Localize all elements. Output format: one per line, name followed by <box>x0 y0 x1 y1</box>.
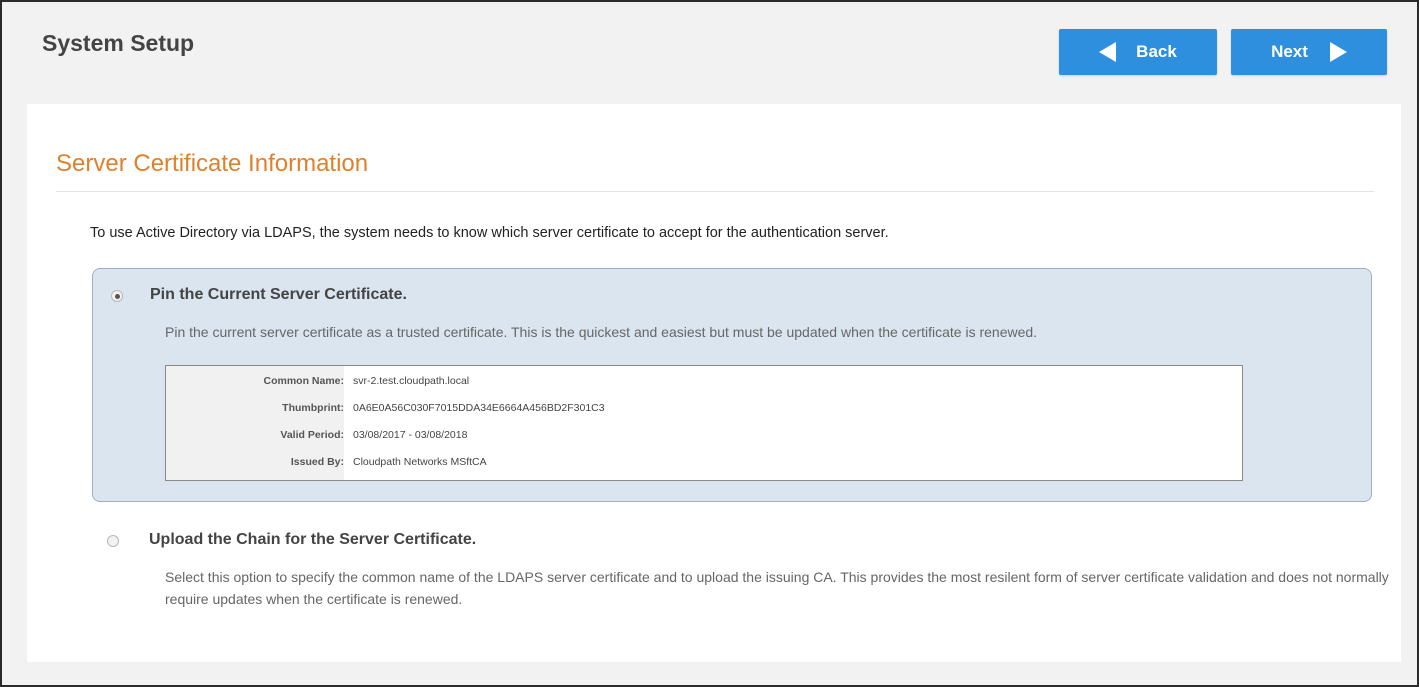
certificate-value: Cloudpath Networks MSftCA <box>353 456 487 468</box>
intro-text: To use Active Directory via LDAPS, the s… <box>90 225 889 241</box>
back-button-label: Back <box>1136 42 1177 61</box>
next-button[interactable]: Next <box>1231 29 1387 75</box>
certificate-label: Thumbprint: <box>282 402 344 414</box>
certificate-value: 03/08/2017 - 03/08/2018 <box>353 429 468 441</box>
certificate-label: Valid Period: <box>280 429 344 441</box>
radio-pin-certificate[interactable] <box>111 290 123 302</box>
certificate-row-thumbprint: Thumbprint: 0A6E0A56C030F7015DDA34E6664A… <box>166 399 1242 419</box>
option-pin-description: Pin the current server certificate as a … <box>165 324 1038 340</box>
certificate-row-valid-period: Valid Period: 03/08/2017 - 03/08/2018 <box>166 426 1242 446</box>
page-title: System Setup <box>42 30 195 56</box>
certificate-details-table: Common Name: svr-2.test.cloudpath.local … <box>165 365 1243 481</box>
setup-window: System Setup Back Next Server Certificat… <box>0 0 1419 687</box>
certificate-row-common-name: Common Name: svr-2.test.cloudpath.local <box>166 372 1242 392</box>
section-divider <box>56 191 1374 192</box>
arrow-left-icon <box>1099 42 1117 62</box>
option-upload-description: Select this option to specify the common… <box>165 569 1389 607</box>
certificate-row-issued-by: Issued By: Cloudpath Networks MSftCA <box>166 453 1242 473</box>
option-upload-title[interactable]: Upload the Chain for the Server Certific… <box>149 531 476 549</box>
back-button[interactable]: Back <box>1059 29 1217 75</box>
section-title: Server Certificate Information <box>56 150 369 177</box>
certificate-value: 0A6E0A56C030F7015DDA34E6664A456BD2F301C3 <box>353 402 605 414</box>
next-button-label: Next <box>1271 42 1308 61</box>
option-pin-certificate[interactable]: Pin the Current Server Certificate. Pin … <box>92 268 1372 502</box>
arrow-right-icon <box>1329 42 1347 62</box>
radio-upload-chain[interactable] <box>107 535 119 547</box>
certificate-label: Common Name: <box>263 375 344 387</box>
option-pin-title[interactable]: Pin the Current Server Certificate. <box>150 286 407 304</box>
main-panel: Server Certificate Information To use Ac… <box>27 104 1401 662</box>
certificate-value: svr-2.test.cloudpath.local <box>353 375 470 387</box>
certificate-label: Issued By: <box>290 456 344 468</box>
